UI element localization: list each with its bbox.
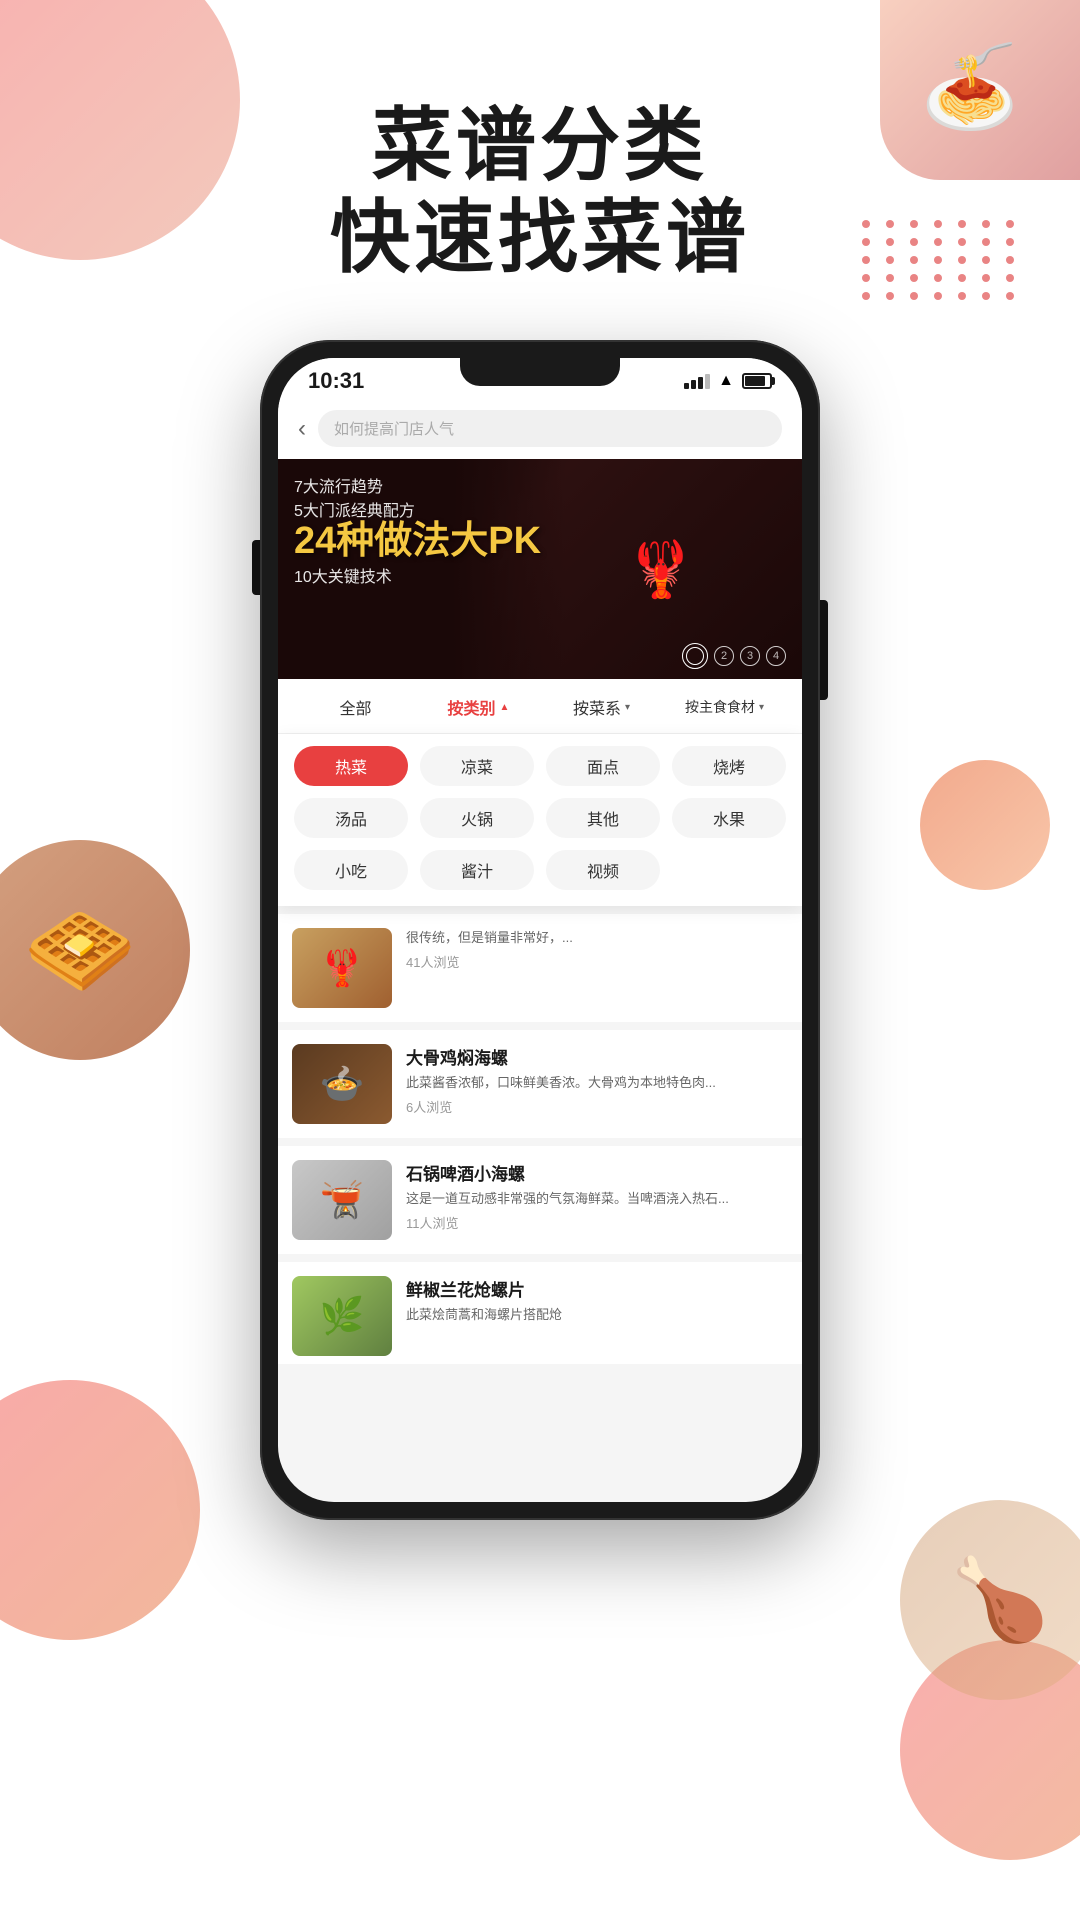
recipe-views-2: 11人浏览 (406, 1213, 788, 1232)
chip-pastry[interactable]: 面点 (546, 746, 660, 786)
recipe-info-2: 石锅啤酒小海螺 这是一道互动感非常强的气氛海鲜菜。当啤酒浇入热石... 11人浏… (406, 1160, 788, 1240)
filter-category-label: 按类别 (448, 695, 496, 719)
filter-tab-ingredient[interactable]: 按主食食材 ▾ (663, 691, 786, 723)
recipe-item-1[interactable]: 🍲 大骨鸡焖海螺 此菜酱香浓郁，口味鲜美香浓。大骨鸡为本地特色肉... 6人浏览 (278, 1030, 802, 1138)
recipe-desc-2: 这是一道互动感非常强的气氛海鲜菜。当啤酒浇入热石... (406, 1189, 788, 1209)
search-bar: ‹ 如何提高门店人气 (278, 402, 802, 459)
recipe-desc-0: 很传统，但是销量非常好，... (406, 928, 788, 948)
phone-notch (460, 358, 620, 386)
recipe-thumb-1: 🍲 (292, 1044, 392, 1124)
recipe-info-0: 很传统，但是销量非常好，... 41人浏览 (406, 928, 788, 1008)
recipe-desc-1: 此菜酱香浓郁，口味鲜美香浓。大骨鸡为本地特色肉... (406, 1073, 788, 1093)
title-line2: 快速找菜谱 (0, 192, 1080, 284)
recipe-item-0[interactable]: 🦞 很传统，但是销量非常好，... 41人浏览 (278, 914, 802, 1022)
chip-hot-dishes[interactable]: 热菜 (294, 746, 408, 786)
bg-decoration-bottom-left (0, 1380, 200, 1640)
chip-fruit[interactable]: 水果 (672, 798, 786, 838)
chip-sauce[interactable]: 酱汁 (420, 850, 534, 890)
recipe-thumb-2: 🫕 (292, 1160, 392, 1240)
chip-other[interactable]: 其他 (546, 798, 660, 838)
phone-volume-button (252, 540, 260, 595)
chip-cold-dishes[interactable]: 凉菜 (420, 746, 534, 786)
phone-screen: 10:31 ▲ ‹ 如何提高 (278, 358, 802, 1502)
banner-line1: 7大流行趋势 (294, 473, 541, 497)
filter-ingredient-label: 按主食食材 (685, 697, 755, 717)
filter-tabs: 全部 按类别 ▲ 按菜系 ▾ 按主食食材 ▾ (278, 679, 802, 734)
status-icons: ▲ (684, 372, 772, 390)
filter-tab-all[interactable]: 全部 (294, 691, 417, 723)
banner[interactable]: 🦞 7大流行趋势 5大门派经典配方 24种做法大PK 10大关键技术 2 3 4 (278, 459, 802, 679)
phone-mockup: 10:31 ▲ ‹ 如何提高 (260, 340, 820, 1520)
recipe-views-1: 6人浏览 (406, 1097, 788, 1116)
recipe-thumb-3: 🌿 (292, 1276, 392, 1356)
banner-line2: 5大门派经典配方 (294, 497, 541, 521)
back-button[interactable]: ‹ (298, 415, 306, 443)
recipe-views-0: 41人浏览 (406, 952, 788, 971)
recipe-info-3: 鲜椒兰花炝螺片 此菜烩茼蒿和海螺片搭配炝 (406, 1276, 788, 1356)
recipe-title-3: 鲜椒兰花炝螺片 (406, 1276, 788, 1301)
banner-food-image: 🦞 (627, 537, 695, 602)
battery-icon (742, 373, 772, 389)
filter-cuisine-arrow: ▾ (625, 702, 630, 713)
recipe-thumb-0: 🦞 (292, 928, 392, 1008)
recipe-info-1: 大骨鸡焖海螺 此菜酱香浓郁，口味鲜美香浓。大骨鸡为本地特色肉... 6人浏览 (406, 1044, 788, 1124)
bg-circle-right-mid (920, 760, 1050, 890)
category-grid: 热菜 凉菜 面点 烧烤 汤品 火锅 其他 水果 小吃 酱汁 视频 (278, 734, 802, 906)
phone-power-button (820, 600, 828, 700)
filter-tab-category[interactable]: 按类别 ▲ (417, 691, 540, 723)
filter-cuisine-label: 按菜系 (573, 695, 621, 719)
chip-snack[interactable]: 小吃 (294, 850, 408, 890)
search-placeholder: 如何提高门店人气 (334, 418, 454, 439)
filter-tab-cuisine[interactable]: 按菜系 ▾ (540, 691, 663, 723)
food-image-left-mid: 🧇 (0, 840, 190, 1060)
recipe-item-2[interactable]: 🫕 石锅啤酒小海螺 这是一道互动感非常强的气氛海鲜菜。当啤酒浇入热石... 11… (278, 1146, 802, 1254)
signal-icon (684, 374, 710, 389)
banner-line4: 10大关键技术 (294, 563, 541, 587)
search-input[interactable]: 如何提高门店人气 (318, 410, 782, 447)
recipe-title-1: 大骨鸡焖海螺 (406, 1044, 788, 1069)
recipe-desc-3: 此菜烩茼蒿和海螺片搭配炝 (406, 1305, 788, 1325)
phone-frame: 10:31 ▲ ‹ 如何提高 (260, 340, 820, 1520)
banner-big-text: 24种做法大PK (294, 521, 541, 563)
recipe-list: 🦞 很传统，但是销量非常好，... 41人浏览 🍲 大骨鸡焖海螺 此菜酱香浓郁，… (278, 906, 802, 1364)
chip-soup[interactable]: 汤品 (294, 798, 408, 838)
recipe-item-3[interactable]: 🌿 鲜椒兰花炝螺片 此菜烩茼蒿和海螺片搭配炝 (278, 1262, 802, 1364)
chip-hotpot[interactable]: 火锅 (420, 798, 534, 838)
chip-video[interactable]: 视频 (546, 850, 660, 890)
food-image-right-bottom: 🍗 (900, 1500, 1080, 1700)
filter-category-arrow: ▲ (500, 702, 510, 713)
chip-bbq[interactable]: 烧烤 (672, 746, 786, 786)
title-line1: 菜谱分类 (0, 100, 1080, 192)
status-time: 10:31 (308, 368, 364, 394)
filter-all-label: 全部 (339, 695, 371, 719)
filter-panel: 全部 按类别 ▲ 按菜系 ▾ 按主食食材 ▾ (278, 679, 802, 906)
wifi-icon: ▲ (718, 372, 734, 390)
filter-ingredient-arrow: ▾ (759, 702, 764, 713)
recipe-title-2: 石锅啤酒小海螺 (406, 1160, 788, 1185)
main-title-block: 菜谱分类 快速找菜谱 (0, 100, 1080, 284)
